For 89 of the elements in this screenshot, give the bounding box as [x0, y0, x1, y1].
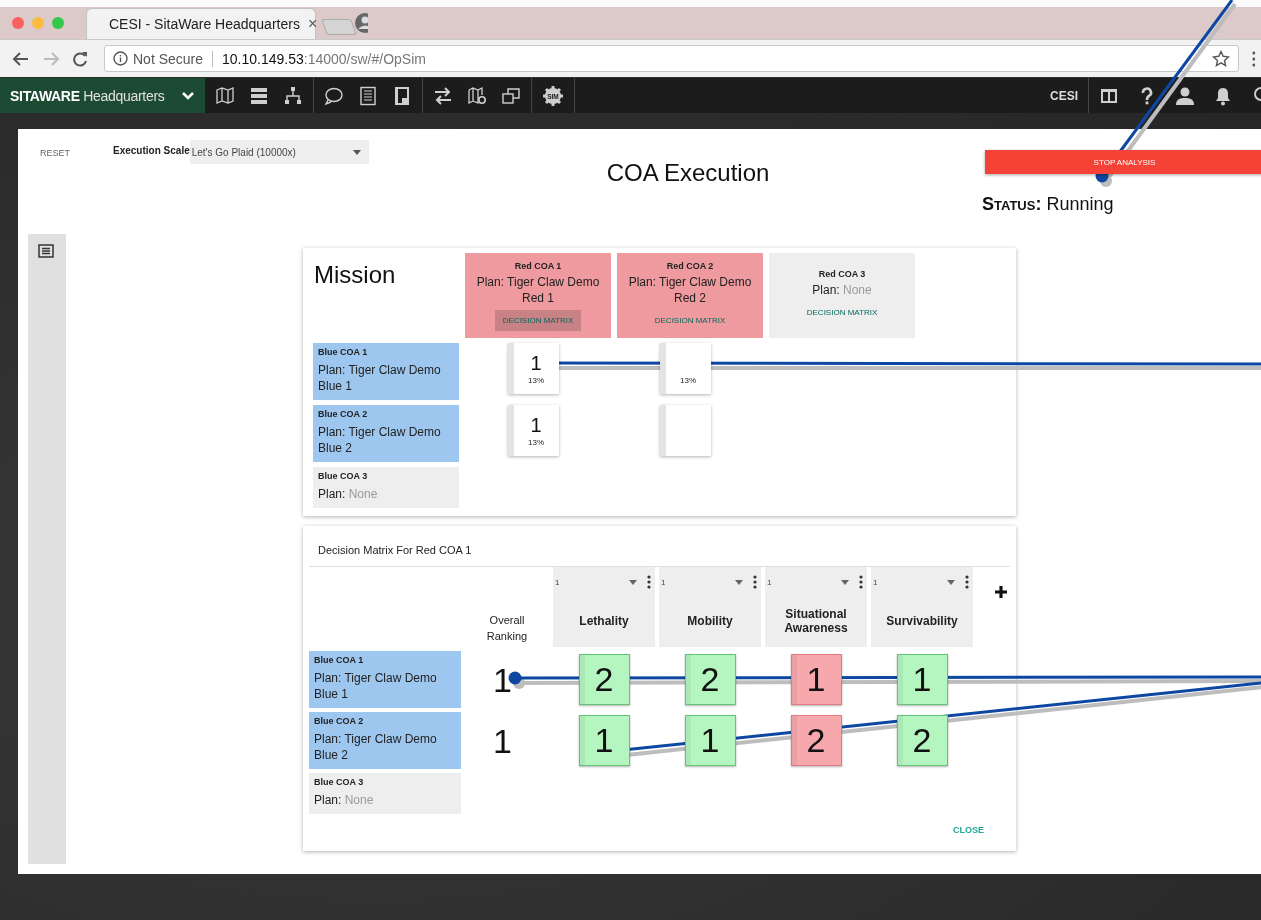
criterion-name: Situational Awareness	[783, 606, 849, 637]
overall-ranking-label: Overall Ranking	[485, 613, 529, 644]
score-tile: 2	[896, 715, 948, 766]
list-icon[interactable]	[358, 85, 378, 106]
server-icon[interactable]	[249, 85, 269, 106]
plan-text: Plan: Tiger Claw Demo Red 1	[475, 273, 601, 306]
result-card	[659, 405, 711, 456]
more-icon[interactable]	[647, 575, 651, 589]
rank-number: 1	[530, 352, 542, 374]
coa-name: Red COA 2	[666, 260, 714, 271]
plan-text: Plan: Tiger Claw Demo Blue 1	[318, 362, 442, 394]
map-gear-icon[interactable]	[467, 85, 487, 106]
percent-text: 13%	[680, 376, 696, 385]
swap-arrows-icon[interactable]	[433, 85, 453, 106]
caret-icon	[629, 579, 637, 585]
windows-icon[interactable]	[501, 85, 521, 106]
criterion-name: Mobility	[686, 613, 734, 630]
info-icon	[113, 51, 128, 66]
caret-icon	[352, 149, 361, 155]
user-icon[interactable]	[1175, 85, 1195, 106]
weight-dropdown[interactable]: 1	[555, 577, 637, 587]
plan-text: Plan: None	[318, 486, 379, 502]
chevron-down-icon	[181, 90, 195, 101]
execution-scale-dropdown[interactable]: Let's Go Plaid (10000x)	[189, 140, 369, 164]
weight-dropdown[interactable]: 1	[767, 577, 849, 587]
plan-text: Plan: Tiger Claw Demo Blue 1	[314, 670, 438, 702]
caret-icon	[841, 579, 849, 585]
map-icon[interactable]	[215, 85, 235, 106]
score-tile: 2	[578, 654, 630, 705]
score-tile: 1	[790, 654, 842, 705]
score-tile: 1	[578, 715, 630, 766]
status-text: Status: Running	[982, 194, 1114, 215]
plan-text: Plan: None	[812, 281, 872, 298]
score-tile: 2	[790, 715, 842, 766]
reset-button[interactable]: RESET	[40, 148, 70, 158]
list-icon[interactable]	[38, 244, 54, 258]
coa-name: Blue COA 3	[318, 471, 369, 481]
plan-text: Plan: Tiger Claw Demo Red 2	[627, 273, 753, 306]
dialog-title: COA Execution	[605, 158, 771, 188]
brand-menu[interactable]: SITAWARE Headquarters	[0, 78, 205, 113]
criterion-name: Survivability	[885, 613, 959, 630]
address-field[interactable]: Not Secure 10.10.149.53:14000/sw/#/OpSim	[104, 45, 1239, 72]
coa-name: Blue COA 1	[314, 655, 365, 665]
plan-text: Plan: Tiger Claw Demo Blue 2	[318, 424, 442, 456]
percent-text: 13%	[528, 376, 544, 385]
caret-icon	[735, 579, 743, 585]
plan-text: Plan: Tiger Claw Demo Blue 2	[314, 731, 438, 763]
percent-text: 13%	[528, 438, 544, 447]
url-text: 10.10.149.53:14000/sw/#/OpSim	[222, 50, 426, 67]
security-label: Not Secure	[133, 50, 204, 67]
reload-icon[interactable]	[72, 50, 88, 67]
close-tab-button[interactable]: ×	[307, 15, 318, 33]
profile-icon[interactable]	[354, 12, 368, 33]
score-tile: 1	[896, 654, 948, 705]
document-icon[interactable]	[392, 85, 412, 106]
criterion-name: Lethality	[578, 613, 630, 630]
score-tile: 1	[684, 715, 736, 766]
coa-name: Red COA 1	[514, 260, 562, 271]
add-icon[interactable]	[995, 586, 1007, 598]
back-icon[interactable]	[12, 50, 30, 67]
more-icon[interactable]	[965, 575, 969, 589]
coa-name: Blue COA 1	[318, 347, 369, 357]
rank-number: 1	[530, 414, 542, 436]
overall-rank: 1	[492, 660, 512, 701]
more-icon[interactable]	[753, 575, 757, 589]
star-icon[interactable]	[1212, 49, 1230, 68]
coa-name: Red COA 3	[818, 268, 866, 279]
coa-name: Blue COA 2	[314, 716, 365, 726]
weight-dropdown[interactable]: 1	[661, 577, 743, 587]
brand-title: SITAWARE Headquarters	[10, 87, 165, 104]
caret-icon	[947, 579, 955, 585]
overall-rank: 1	[492, 721, 512, 762]
coa-name: Blue COA 2	[318, 409, 369, 419]
organization-label: CESI	[1050, 88, 1078, 103]
weight-dropdown[interactable]: 1	[873, 577, 955, 587]
hierarchy-icon[interactable]	[283, 85, 303, 106]
tab-title: CESI - SitaWare Headquarters	[109, 16, 300, 32]
chat-icon[interactable]	[324, 85, 344, 106]
menu-icon[interactable]	[1251, 49, 1255, 68]
coa-name: Blue COA 3	[314, 777, 365, 787]
bell-icon[interactable]	[1213, 85, 1233, 106]
more-icon[interactable]	[859, 575, 863, 589]
stop-analysis-button[interactable]: STOP ANALYSIS	[985, 150, 1261, 174]
browser-tab[interactable]: CESI - SitaWare Headquarters ×	[86, 8, 316, 39]
mission-title: Mission	[313, 260, 396, 289]
score-tile: 2	[684, 654, 736, 705]
plan-text: Plan: None	[314, 792, 375, 808]
decision-matrix-link[interactable]: DECISION MATRIX	[798, 301, 886, 323]
execution-scale-label: Execution Scale	[113, 145, 190, 156]
